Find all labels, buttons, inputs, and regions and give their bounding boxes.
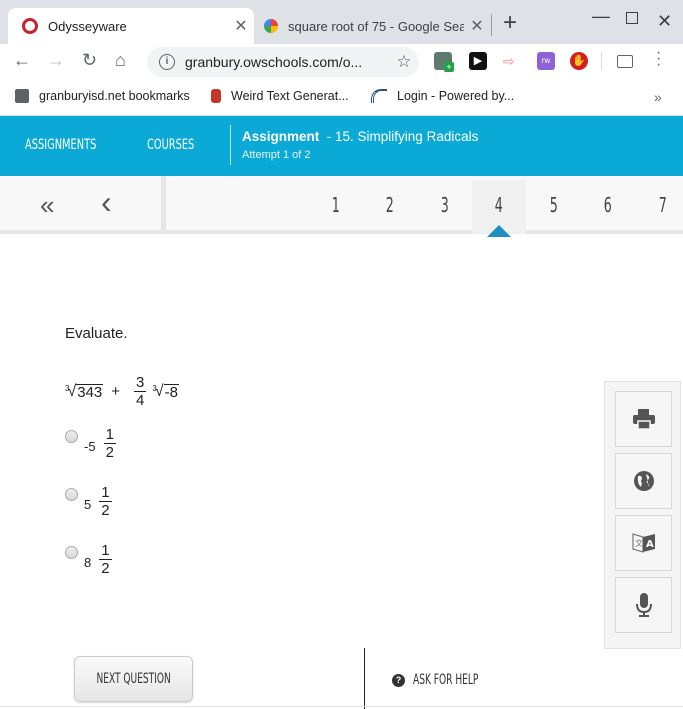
back-icon[interactable]: ← xyxy=(13,50,31,71)
print-button[interactable] xyxy=(615,391,672,447)
plus-operator: + xyxy=(111,383,121,400)
attempt-counter: Attempt 1 of 2 xyxy=(242,149,311,161)
toolbar-separator xyxy=(601,52,602,70)
tab-separator xyxy=(491,14,492,36)
bookmark-label: Weird Text Generat... xyxy=(231,89,349,103)
question-expression: 3 √ 343 + 3 4 3 √ -8 xyxy=(65,374,179,409)
home-icon[interactable]: ⌂ xyxy=(115,50,126,71)
nav-courses[interactable]: COURSES xyxy=(147,137,194,153)
play-extension-icon[interactable]: ▶ xyxy=(469,52,487,70)
option-whole: 8 xyxy=(84,555,92,570)
translate-icon: A文 xyxy=(631,533,655,553)
tab-title: Odysseyware xyxy=(48,18,127,34)
reload-icon[interactable]: ↻ xyxy=(82,50,97,71)
odysseyware-icon xyxy=(22,18,38,34)
skyward-icon xyxy=(371,89,387,103)
close-tab-icon[interactable]: ✕ xyxy=(228,16,254,36)
bookmark-star-icon[interactable]: ☆ xyxy=(389,52,419,72)
bookmark-label: granburyisd.net bookmarks xyxy=(39,89,190,103)
answer-option-1[interactable]: -5 12 xyxy=(65,426,122,461)
bookmark-login[interactable]: Login - Powered by... xyxy=(371,89,514,103)
svg-text:A: A xyxy=(646,539,654,550)
answer-option-2[interactable]: 5 12 xyxy=(65,484,118,519)
translate-page-button[interactable] xyxy=(615,453,672,509)
coefficient-fraction: 3 4 xyxy=(134,374,147,409)
adblock-extension-icon[interactable]: ✋ xyxy=(570,52,588,70)
option-whole: -5 xyxy=(84,439,96,454)
bookmark-granburyisd[interactable]: granburyisd.net bookmarks xyxy=(15,89,190,103)
radio-button[interactable] xyxy=(65,430,78,443)
assignment-label: Assignment xyxy=(242,129,320,144)
svg-text:文: 文 xyxy=(635,538,643,548)
previous-question-button[interactable]: ‹ xyxy=(101,184,112,221)
next-question-label: NEXT QUESTION xyxy=(96,671,171,687)
app-header xyxy=(0,116,683,176)
header-divider xyxy=(230,125,231,165)
address-bar[interactable]: i granbury.owschools.com/o... ☆ xyxy=(147,47,419,77)
cast-icon[interactable] xyxy=(617,55,633,68)
tab-odysseyware[interactable]: Odysseyware ✕ xyxy=(8,8,254,44)
folder-icon xyxy=(15,89,29,103)
question-number-1[interactable]: 1 xyxy=(309,193,363,217)
assignment-name: - 15. Simplifying Radicals xyxy=(326,129,479,144)
bookmark-label: Login - Powered by... xyxy=(397,89,515,103)
cube-root-343: 3 √ 343 xyxy=(65,382,104,401)
print-icon xyxy=(632,409,655,430)
cube-root-neg8: 3 √ -8 xyxy=(152,382,179,401)
google-icon xyxy=(264,19,278,33)
first-question-button[interactable]: « xyxy=(40,190,54,221)
menu-icon[interactable]: · · · xyxy=(656,45,661,73)
maximize-button[interactable] xyxy=(626,12,638,24)
url-text[interactable]: granbury.owschools.com/o... xyxy=(185,54,389,70)
question-number-7[interactable]: 7 xyxy=(636,193,683,217)
close-window-button[interactable]: ✕ xyxy=(657,11,672,32)
question-prompt: Evaluate. xyxy=(65,325,128,342)
bookmark-weird-text[interactable]: Weird Text Generat... xyxy=(211,89,349,103)
language-button[interactable]: A文 xyxy=(615,515,672,571)
question-number-3[interactable]: 3 xyxy=(418,193,472,217)
arrow-extension-icon[interactable]: ⇨ xyxy=(503,52,521,70)
forward-icon[interactable]: → xyxy=(47,50,65,71)
new-tab-button[interactable]: + xyxy=(503,9,517,37)
option-fraction: 12 xyxy=(99,484,112,519)
next-question-button[interactable]: NEXT QUESTION xyxy=(74,656,193,702)
question-number-6[interactable]: 6 xyxy=(581,193,635,217)
tab-google-search[interactable]: square root of 75 - Google Sear ✕ xyxy=(254,8,490,44)
question-number-2[interactable]: 2 xyxy=(363,193,417,217)
option-whole: 5 xyxy=(84,497,92,512)
qnav-divider xyxy=(161,176,166,234)
bookmarks-more-button[interactable]: » xyxy=(654,89,662,105)
ask-for-help-label: ASK FOR HELP xyxy=(413,672,479,688)
answer-option-3[interactable]: 8 12 xyxy=(65,542,118,577)
globe-icon xyxy=(633,471,654,491)
footer-border xyxy=(0,706,683,707)
option-fraction: 12 xyxy=(103,426,116,461)
radio-button[interactable] xyxy=(65,488,78,501)
ask-for-help-button[interactable]: ? ASK FOR HELP xyxy=(392,672,504,688)
question-number-5[interactable]: 5 xyxy=(527,193,581,217)
printer-extension-icon[interactable]: + xyxy=(434,52,454,72)
site-info-icon[interactable]: i xyxy=(159,54,175,70)
nav-assignments[interactable]: ASSIGNMENTS xyxy=(25,137,96,153)
minimize-button[interactable]: — xyxy=(592,6,610,27)
close-tab-icon[interactable]: ✕ xyxy=(464,16,490,36)
tab-title: square root of 75 - Google Sear xyxy=(288,18,464,34)
jar-icon xyxy=(211,89,221,103)
microphone-icon xyxy=(635,593,652,617)
assignment-title: Assignment - 15. Simplifying Radicals xyxy=(242,129,478,144)
footer-divider xyxy=(364,648,365,709)
option-fraction: 12 xyxy=(99,542,112,577)
rw-extension-icon[interactable]: rw xyxy=(537,52,555,70)
text-to-speech-button[interactable] xyxy=(615,577,672,633)
radio-button[interactable] xyxy=(65,546,78,559)
current-question-indicator xyxy=(487,225,511,237)
help-icon: ? xyxy=(392,673,405,687)
